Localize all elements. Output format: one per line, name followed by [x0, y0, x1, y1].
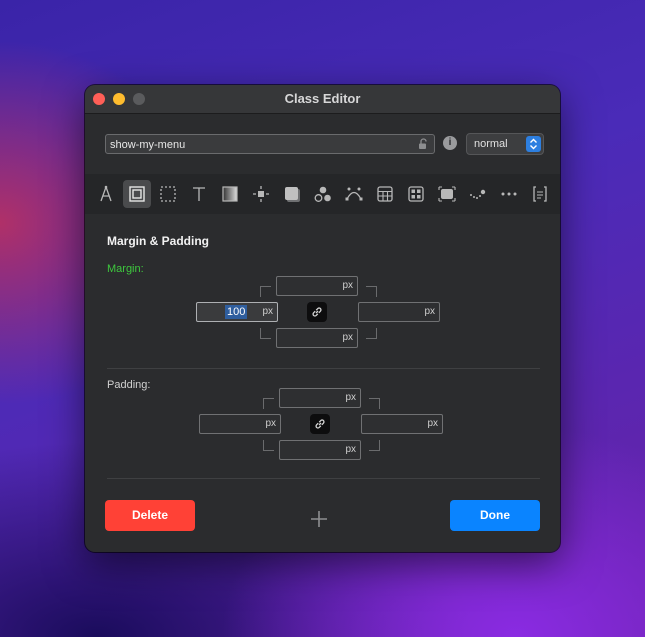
bracket-top-left [260, 286, 271, 297]
bracket-top-right [369, 398, 380, 409]
tool-effects[interactable] [309, 174, 337, 214]
margin-left-value: 100 [225, 305, 248, 319]
bezier-icon [345, 187, 363, 201]
unit-label: px [345, 392, 356, 403]
padding-link-button[interactable] [310, 414, 330, 434]
padding-bottom-input[interactable]: px [279, 440, 361, 460]
tool-grid[interactable] [402, 174, 430, 214]
unit-label: px [262, 306, 273, 317]
tool-table[interactable] [371, 174, 399, 214]
circles-icon [314, 186, 331, 202]
margin-label: Margin: [107, 263, 144, 275]
tool-transition[interactable] [340, 174, 368, 214]
add-icon[interactable] [310, 510, 328, 528]
padding-top-input[interactable]: px [279, 388, 361, 408]
unit-label: px [424, 306, 435, 317]
margin-top-input[interactable]: px [276, 276, 358, 296]
padding-label: Padding: [107, 379, 151, 391]
border-dashed-icon [160, 186, 176, 202]
unit-label: px [427, 418, 438, 429]
text-icon [193, 187, 205, 201]
unit-label: px [345, 444, 356, 455]
title-bar[interactable]: Class Editor [85, 85, 560, 114]
bracket-bottom-right [369, 440, 380, 451]
tool-media[interactable] [433, 174, 461, 214]
tool-more[interactable] [495, 174, 523, 214]
bracket-bottom-left [260, 328, 271, 339]
tool-typography[interactable] [92, 174, 120, 214]
lock-icon[interactable] [417, 138, 429, 150]
bracket-top-right [366, 286, 377, 297]
bracket-top-left [263, 398, 274, 409]
bracket-bottom-left [263, 440, 274, 451]
table-icon [377, 186, 393, 202]
chevron-up-down-icon [526, 136, 541, 152]
padding-right-input[interactable]: px [361, 414, 443, 434]
tool-border[interactable] [154, 174, 182, 214]
class-name-value: show-my-menu [110, 139, 186, 151]
path-icon [470, 189, 486, 199]
typography-pen-icon [100, 185, 112, 202]
info-icon[interactable]: i [443, 136, 457, 150]
tool-position[interactable] [247, 174, 275, 214]
property-toolbar [85, 174, 560, 214]
box-model-icon [129, 186, 145, 202]
state-select[interactable]: normal [466, 133, 544, 155]
tool-code[interactable] [526, 174, 554, 214]
tool-shadow[interactable] [278, 174, 306, 214]
bracket-bottom-right [366, 328, 377, 339]
state-select-value: normal [474, 138, 508, 150]
window-title: Class Editor [284, 91, 361, 106]
margin-bottom-input[interactable]: px [276, 328, 358, 348]
tool-box-model[interactable] [123, 174, 151, 214]
position-icon [253, 186, 269, 202]
tool-path[interactable] [464, 174, 492, 214]
margin-right-input[interactable]: px [358, 302, 440, 322]
done-button[interactable]: Done [450, 500, 540, 531]
gradient-icon [222, 186, 238, 202]
section-divider [107, 368, 540, 369]
margin-link-button[interactable] [307, 302, 327, 322]
tool-gradient[interactable] [216, 174, 244, 214]
delete-button[interactable]: Delete [105, 500, 195, 531]
shadow-icon [285, 187, 300, 202]
class-editor-window: Class Editor show-my-menu i normal Margi… [85, 85, 560, 552]
section-title: Margin & Padding [107, 234, 209, 248]
link-icon [315, 419, 325, 429]
tool-text[interactable] [185, 174, 213, 214]
grid-icon [408, 186, 424, 202]
link-icon [312, 307, 322, 317]
margin-left-input[interactable]: 100 px [196, 302, 278, 322]
class-name-input[interactable]: show-my-menu [105, 134, 435, 154]
footer-divider [107, 478, 540, 479]
media-icon [438, 186, 456, 202]
unit-label: px [342, 332, 353, 343]
padding-left-input[interactable]: px [199, 414, 281, 434]
more-icon [501, 192, 517, 196]
unit-label: px [265, 418, 276, 429]
unit-label: px [342, 280, 353, 291]
code-icon [533, 186, 547, 202]
